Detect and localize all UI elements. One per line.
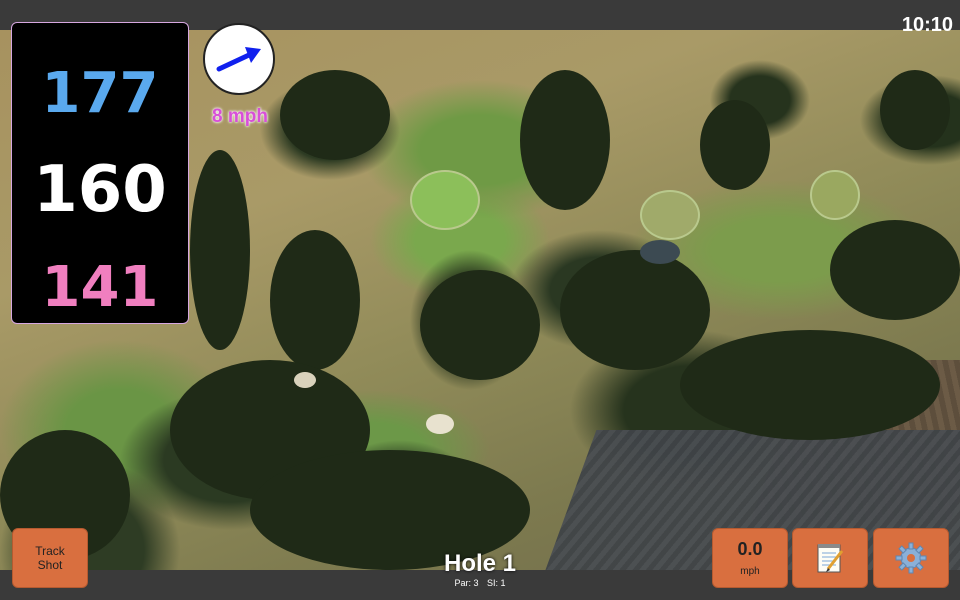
speed-button[interactable]: 0.0 mph [712, 528, 788, 588]
arrow-right-icon [216, 47, 261, 72]
notes-button[interactable] [792, 528, 868, 588]
distance-panel: 177 160 141 [11, 22, 189, 324]
track-shot-label-line2: Shot [37, 558, 63, 572]
tree-cluster [830, 220, 960, 320]
pond [640, 240, 680, 264]
clock: 10:10 [901, 14, 953, 36]
tree-cluster [880, 70, 950, 150]
track-shot-button[interactable]: Track Shot [12, 528, 88, 588]
notepad-icon [817, 544, 844, 573]
speed-value: 0.0 [737, 539, 763, 559]
gear-icon [895, 542, 927, 574]
tree-cluster [520, 70, 610, 210]
bunker [426, 414, 454, 434]
back-distance: 177 [41, 61, 159, 126]
tree-cluster [420, 270, 540, 380]
hole-info: Par: 3 SI: 1 [380, 578, 580, 588]
tree-cluster [560, 250, 710, 370]
wind-direction-dial [203, 23, 275, 95]
tree-cluster [270, 230, 360, 370]
bunker [294, 372, 316, 388]
putting-green [410, 170, 480, 230]
track-shot-label-line1: Track [35, 544, 65, 558]
front-distance: 141 [41, 255, 159, 320]
speed-unit: mph [740, 566, 760, 577]
putting-green [640, 190, 700, 240]
putting-green [810, 170, 860, 220]
tree-cluster [680, 330, 940, 440]
hole-stroke-index: SI: 1 [487, 578, 506, 588]
tree-cluster [700, 100, 770, 190]
hole-par: Par: 3 [454, 578, 479, 588]
middle-distance: 160 [33, 153, 167, 227]
tree-cluster [190, 150, 250, 350]
tree-cluster [280, 70, 390, 160]
hole-title[interactable]: Hole 1 [380, 550, 580, 578]
wind-speed: 8 mph [212, 106, 268, 127]
settings-button[interactable] [873, 528, 949, 588]
